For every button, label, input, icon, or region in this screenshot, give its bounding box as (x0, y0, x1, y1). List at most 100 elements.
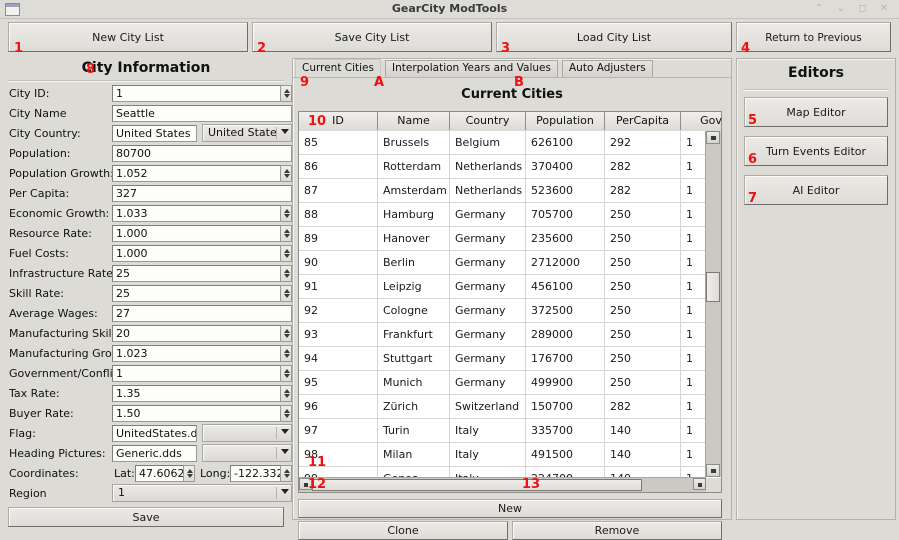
column-header-percapita[interactable]: PerCapita (605, 112, 681, 130)
spinner-buttons[interactable] (281, 205, 292, 222)
column-header-population[interactable]: Population (526, 112, 605, 130)
city-information-panel: City Information City ID:1City NameSeatt… (2, 58, 290, 520)
table-row[interactable]: 95MunichGermany4999002501 (299, 371, 706, 395)
field-input[interactable]: 327 (112, 185, 292, 202)
scroll-right-button[interactable] (693, 478, 706, 490)
field-input[interactable]: 1 (112, 365, 281, 382)
spinner-buttons[interactable] (281, 325, 292, 342)
field-input[interactable]: 1.35 (112, 385, 281, 402)
table-row[interactable]: 94StuttgartGermany1767002501 (299, 347, 706, 371)
table-cell: Italy (450, 467, 526, 477)
table-cell: 1 (681, 131, 706, 154)
latitude-input[interactable]: 47.6062 (135, 465, 184, 482)
field-label: Skill Rate: (9, 287, 64, 300)
field-input[interactable]: 1.000 (112, 225, 281, 242)
field-input[interactable]: UnitedStates.dds (112, 425, 197, 442)
table-row[interactable]: 87AmsterdamNetherlands5236002821 (299, 179, 706, 203)
spinner-buttons[interactable] (281, 85, 292, 102)
table-cell: 626100 (526, 131, 605, 154)
save-city-list-button[interactable]: Save City List (252, 22, 492, 52)
table-row[interactable]: 97TurinItaly3357001401 (299, 419, 706, 443)
scroll-down-button[interactable] (706, 464, 720, 477)
table-cell: 91 (299, 275, 378, 298)
table-cell: 282 (605, 179, 681, 202)
table-cell: Netherlands (450, 155, 526, 178)
spinner-buttons[interactable] (281, 365, 292, 382)
spinner-buttons[interactable] (281, 345, 292, 362)
longitude-input[interactable]: -122.3320 (230, 465, 281, 482)
load-city-list-button[interactable]: Load City List (496, 22, 732, 52)
field-input[interactable]: 1.000 (112, 245, 281, 262)
field-input[interactable]: 1 (112, 85, 281, 102)
field-input[interactable]: 20 (112, 325, 281, 342)
longitude-spinner[interactable] (281, 465, 292, 482)
spinner-buttons[interactable] (281, 225, 292, 242)
field-combo[interactable] (202, 424, 292, 442)
latitude-spinner[interactable] (184, 465, 195, 482)
divider (743, 89, 889, 91)
return-previous-button[interactable]: Return to Previous Editor/Menu (736, 22, 891, 52)
field-input[interactable]: 1.50 (112, 405, 281, 422)
table-cell: 491500 (526, 443, 605, 466)
table-row[interactable]: 98MilanItaly4915001401 (299, 443, 706, 467)
column-header-country[interactable]: Country (450, 112, 526, 130)
turn-events-editor-button[interactable]: Turn Events Editor (744, 136, 888, 166)
vertical-scroll-thumb[interactable] (706, 272, 720, 302)
table-cell: 282 (605, 155, 681, 178)
table-cell: Germany (450, 275, 526, 298)
field-input[interactable]: 25 (112, 265, 281, 282)
window-controls[interactable]: ⌃ ⌄ ◻ ✕ (815, 0, 893, 18)
field-input[interactable]: 27 (112, 305, 292, 322)
field-combo[interactable]: United State (202, 124, 292, 142)
scroll-up-button[interactable] (706, 131, 720, 144)
region-label: Region (9, 487, 47, 500)
table-body[interactable]: 85BrusselsBelgium626100292186RotterdamNe… (299, 131, 706, 477)
save-city-button[interactable]: Save (8, 507, 284, 527)
new-city-list-button[interactable]: New City List (8, 22, 248, 52)
spinner-buttons[interactable] (281, 285, 292, 302)
region-combo[interactable]: 1 (112, 484, 292, 502)
table-vertical-scrollbar[interactable] (705, 131, 721, 477)
ai-editor-button[interactable]: AI Editor (744, 175, 888, 205)
table-row[interactable]: 93FrankfurtGermany2890002501 (299, 323, 706, 347)
table-row[interactable]: 88HamburgGermany7057002501 (299, 203, 706, 227)
table-cell: 250 (605, 275, 681, 298)
spinner-buttons[interactable] (281, 385, 292, 402)
field-combo[interactable] (202, 444, 292, 462)
table-row[interactable]: 86RotterdamNetherlands3704002821 (299, 155, 706, 179)
tab-interpolation-years-and-values[interactable]: Interpolation Years and Values (385, 60, 558, 77)
map-editor-button[interactable]: Map Editor (744, 97, 888, 127)
spinner-buttons[interactable] (281, 265, 292, 282)
field-input[interactable]: 25 (112, 285, 281, 302)
table-cell: Germany (450, 299, 526, 322)
new-city-button[interactable]: New (298, 499, 722, 518)
horizontal-scroll-thumb[interactable] (312, 479, 642, 491)
field-input[interactable]: 1.033 (112, 205, 281, 222)
field-input[interactable]: 80700 (112, 145, 292, 162)
table-cell: Leipzig (378, 275, 450, 298)
clone-city-button[interactable]: Clone (298, 521, 508, 540)
field-input[interactable]: 1.052 (112, 165, 281, 182)
table-row[interactable]: 99GenoaItaly2247001401 (299, 467, 706, 477)
field-input[interactable]: Seattle (112, 105, 292, 122)
column-header-name[interactable]: Name (378, 112, 450, 130)
table-row[interactable]: 85BrusselsBelgium6261002921 (299, 131, 706, 155)
table-cell: 289000 (526, 323, 605, 346)
table-horizontal-scrollbar[interactable] (299, 477, 706, 492)
table-row[interactable]: 90BerlinGermany27120002501 (299, 251, 706, 275)
field-input[interactable]: 1.023 (112, 345, 281, 362)
annotation-10: 10 (308, 115, 326, 128)
spinner-buttons[interactable] (281, 165, 292, 182)
table-row[interactable]: 89HanoverGermany2356002501 (299, 227, 706, 251)
field-input[interactable]: Generic.dds (112, 445, 197, 462)
table-row[interactable]: 96ZürichSwitzerland1507002821 (299, 395, 706, 419)
table-row[interactable]: 92CologneGermany3725002501 (299, 299, 706, 323)
tab-auto-adjusters[interactable]: Auto Adjusters (562, 60, 653, 77)
spinner-buttons[interactable] (281, 245, 292, 262)
field-input[interactable]: United States (112, 125, 197, 142)
table-cell: 85 (299, 131, 378, 154)
spinner-buttons[interactable] (281, 405, 292, 422)
remove-city-button[interactable]: Remove (512, 521, 722, 540)
table-row[interactable]: 91LeipzigGermany4561002501 (299, 275, 706, 299)
column-header-gov[interactable]: Gov (681, 112, 742, 130)
